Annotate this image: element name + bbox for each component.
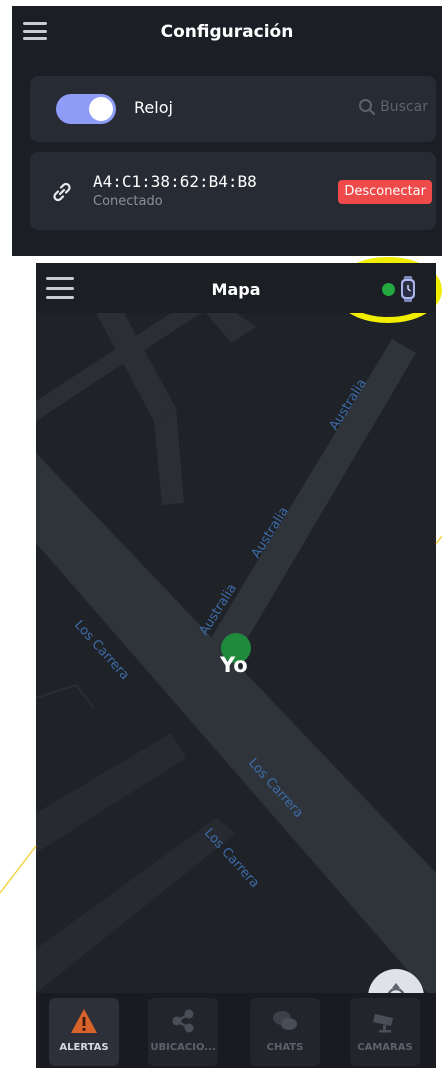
tab-ubicacion[interactable]: UBICACIO... xyxy=(148,998,218,1066)
link-icon xyxy=(53,182,71,202)
connected-status-icon xyxy=(382,283,395,296)
config-header: Configuración xyxy=(12,6,442,58)
map-view[interactable]: Australia Australia Australia Los Carrer… xyxy=(36,313,436,1025)
watch-toggle[interactable] xyxy=(56,94,116,124)
composite-screenshot: Configuración Reloj Buscar A4:C1:38:62:B… xyxy=(0,0,442,1068)
connector-line xyxy=(435,535,442,545)
tab-chats[interactable]: CHATS xyxy=(250,998,320,1066)
watch-icon[interactable] xyxy=(400,276,416,302)
tab-label: CHATS xyxy=(266,1042,304,1053)
page-title: Configuración xyxy=(160,22,294,42)
config-screen: Configuración Reloj Buscar A4:C1:38:62:B… xyxy=(12,6,442,256)
device-card: A4:C1:38:62:B4:B8 Conectado Desconectar xyxy=(30,152,436,230)
bottom-tab-bar: ALERTAS UBICACIO... CHATS CAMARAS xyxy=(36,993,436,1068)
toggle-knob xyxy=(89,97,113,121)
connector-line xyxy=(0,845,37,894)
watch-toggle-label: Reloj xyxy=(134,98,173,117)
camera-icon xyxy=(373,1014,393,1033)
disconnect-button[interactable]: Desconectar xyxy=(338,180,432,204)
search-button[interactable]: Buscar xyxy=(358,98,428,116)
device-mac-address: A4:C1:38:62:B4:B8 xyxy=(93,172,257,191)
watch-card: Reloj Buscar xyxy=(30,76,436,142)
search-icon xyxy=(359,99,376,116)
tab-alertas[interactable]: ALERTAS xyxy=(49,998,119,1066)
map-header: Mapa xyxy=(36,263,436,313)
tab-label: UBICACIO... xyxy=(150,1042,216,1053)
tab-camaras[interactable]: CAMARAS xyxy=(350,998,420,1066)
search-label: Buscar xyxy=(380,99,428,115)
device-status: Conectado xyxy=(93,194,163,209)
share-icon xyxy=(172,1009,194,1033)
tab-label: ALERTAS xyxy=(59,1042,109,1053)
page-title: Mapa xyxy=(211,280,261,299)
user-location-label: Yo xyxy=(220,653,248,677)
tab-label: CAMARAS xyxy=(357,1042,413,1053)
map-screen: Mapa Australia Australia Australia Los C… xyxy=(36,263,436,1068)
warning-icon xyxy=(71,1009,97,1033)
chat-icon xyxy=(273,1011,297,1030)
